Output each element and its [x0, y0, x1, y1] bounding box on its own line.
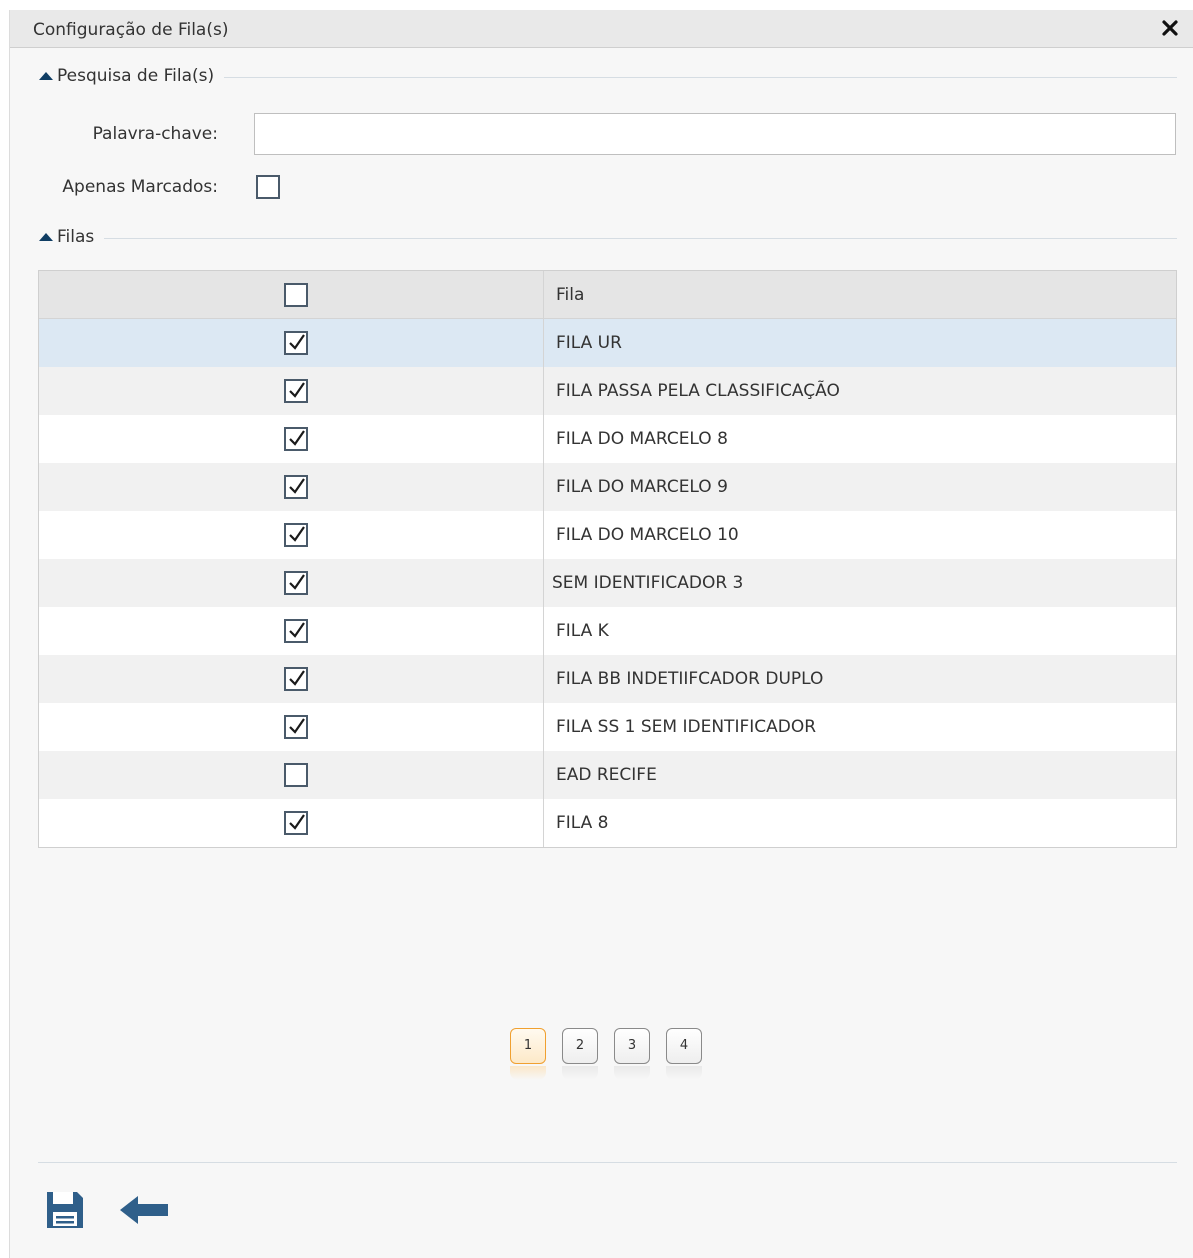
- checkmark-icon: [289, 814, 305, 830]
- table-row[interactable]: FILA SS 1 SEM IDENTIFICADOR: [39, 703, 1176, 751]
- queue-name: FILA DO MARCELO 8: [556, 429, 728, 449]
- queue-name: FILA DO MARCELO 10: [556, 525, 739, 545]
- only-marked-checkbox[interactable]: [256, 175, 280, 199]
- save-icon[interactable]: [45, 1190, 85, 1230]
- keyword-input[interactable]: [254, 113, 1176, 155]
- row-checkbox[interactable]: [284, 571, 308, 595]
- collapse-triangle-icon[interactable]: [39, 233, 53, 241]
- page-button-3[interactable]: 3: [614, 1028, 650, 1064]
- queue-name: FILA BB INDETIIFCADOR DUPLO: [556, 669, 824, 689]
- row-checkbox[interactable]: [284, 667, 308, 691]
- grid-body: FILA UR FILA PASSA PELA CLASSIFICAÇÃO FILA…: [39, 319, 1176, 847]
- queue-name: FILA SS 1 SEM IDENTIFICADOR: [556, 717, 817, 737]
- queues-grid: Fila FILA UR FILA PASSA PELA CLASSIFICAÇÃ…: [38, 270, 1177, 848]
- page-button-2[interactable]: 2: [562, 1028, 598, 1064]
- queues-section-title: Filas: [57, 227, 105, 247]
- dialog-titlebar: Configuração de Fila(s): [10, 10, 1193, 48]
- checkmark-icon: [289, 718, 305, 734]
- select-all-checkbox[interactable]: [284, 283, 308, 307]
- back-arrow-icon[interactable]: [118, 1194, 170, 1226]
- table-row[interactable]: EAD RECIFE: [39, 751, 1176, 799]
- page-button-reflection: [510, 1066, 546, 1080]
- table-row[interactable]: FILA DO MARCELO 8: [39, 415, 1176, 463]
- checkmark-icon: [289, 430, 305, 446]
- checkmark-icon: [289, 526, 305, 542]
- checkmark-icon: [289, 334, 305, 350]
- row-checkbox[interactable]: [284, 427, 308, 451]
- only-marked-label: Apenas Marcados:: [62, 177, 218, 197]
- checkmark-icon: [289, 478, 305, 494]
- dialog-title: Configuração de Fila(s): [33, 20, 229, 40]
- page-button-1[interactable]: 1: [510, 1028, 546, 1064]
- table-row[interactable]: FILA K: [39, 607, 1176, 655]
- collapse-triangle-icon[interactable]: [39, 72, 53, 80]
- table-row[interactable]: FILA DO MARCELO 10: [39, 511, 1176, 559]
- queue-name: FILA PASSA PELA CLASSIFICAÇÃO: [556, 381, 840, 401]
- page-button-reflection: [666, 1066, 702, 1080]
- search-section-title: Pesquisa de Fila(s): [57, 66, 225, 86]
- row-checkbox[interactable]: [284, 523, 308, 547]
- table-row[interactable]: FILA 8: [39, 799, 1176, 847]
- footer-divider: [38, 1162, 1177, 1163]
- keyword-label: Palavra-chave:: [92, 124, 218, 144]
- table-row[interactable]: FILA PASSA PELA CLASSIFICAÇÃO: [39, 367, 1176, 415]
- queue-name: EAD RECIFE: [556, 765, 657, 785]
- queue-name: FILA UR: [556, 333, 622, 353]
- table-row[interactable]: FILA DO MARCELO 9: [39, 463, 1176, 511]
- queue-name: FILA 8: [556, 813, 609, 833]
- row-checkbox[interactable]: [284, 379, 308, 403]
- row-checkbox[interactable]: [284, 331, 308, 355]
- queue-name: FILA K: [556, 621, 609, 641]
- page-button-4[interactable]: 4: [666, 1028, 702, 1064]
- row-checkbox[interactable]: [284, 811, 308, 835]
- close-icon[interactable]: [1160, 18, 1180, 38]
- row-checkbox[interactable]: [284, 763, 308, 787]
- table-row[interactable]: FILA BB INDETIIFCADOR DUPLO: [39, 655, 1176, 703]
- queues-section-header[interactable]: Filas: [39, 227, 1177, 249]
- search-section-header[interactable]: Pesquisa de Fila(s): [39, 66, 1177, 88]
- checkmark-icon: [289, 574, 305, 590]
- queue-config-dialog: Configuração de Fila(s) Pesquisa de Fila…: [9, 10, 1193, 1258]
- column-header-fila[interactable]: Fila: [556, 285, 584, 305]
- row-checkbox[interactable]: [284, 715, 308, 739]
- table-row[interactable]: SEM IDENTIFICADOR 3: [39, 559, 1176, 607]
- table-row[interactable]: FILA UR: [39, 319, 1176, 367]
- row-checkbox[interactable]: [284, 475, 308, 499]
- page-button-reflection: [562, 1066, 598, 1080]
- checkmark-icon: [289, 382, 305, 398]
- page-button-reflection: [614, 1066, 650, 1080]
- queue-name: FILA DO MARCELO 9: [556, 477, 728, 497]
- checkmark-icon: [289, 670, 305, 686]
- queue-name: SEM IDENTIFICADOR 3: [552, 573, 744, 593]
- row-checkbox[interactable]: [284, 619, 308, 643]
- grid-header: Fila: [39, 271, 1176, 319]
- checkmark-icon: [289, 622, 305, 638]
